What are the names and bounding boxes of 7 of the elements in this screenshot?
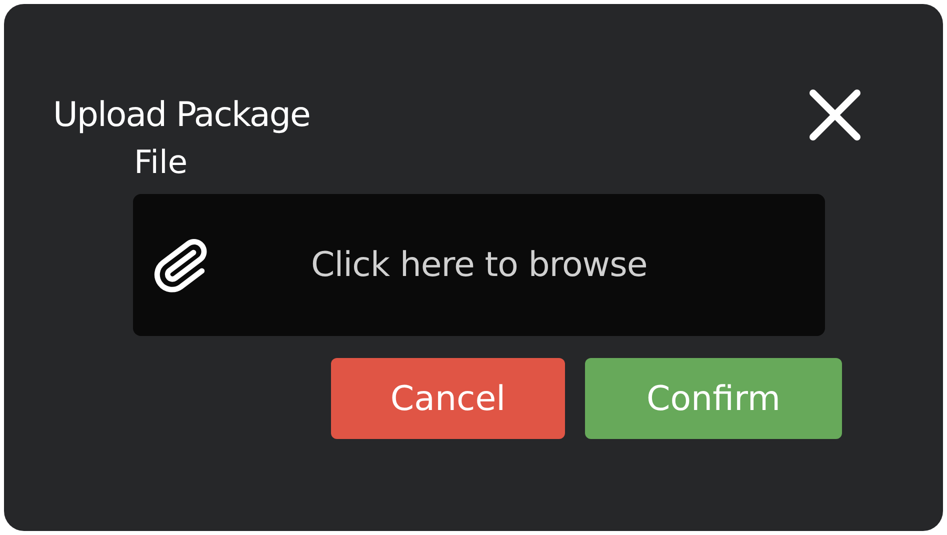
- dialog-title: Upload Package: [53, 95, 310, 135]
- close-button[interactable]: [807, 87, 863, 143]
- field-label: File: [134, 142, 189, 182]
- file-input-field[interactable]: Click here to browse: [133, 194, 825, 336]
- cancel-button[interactable]: Cancel: [331, 358, 565, 439]
- close-icon: [807, 87, 863, 143]
- confirm-button[interactable]: Confirm: [585, 358, 842, 439]
